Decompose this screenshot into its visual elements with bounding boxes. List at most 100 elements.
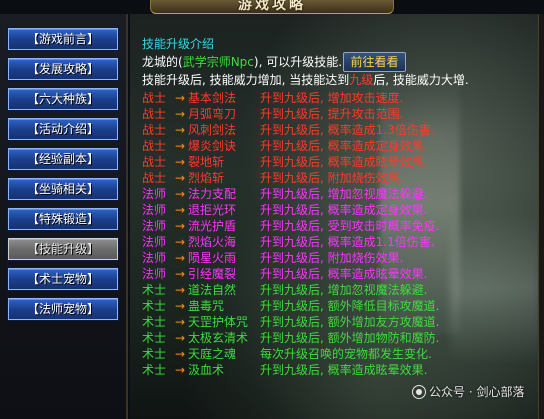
arrow-icon: → [174,235,186,249]
skill-row: 战士 → 风刺剑法 升到九级后, 概率造成1.3倍伤害. [142,122,435,138]
nav-button[interactable]: 【活动介绍】 [7,117,119,141]
skill-description: 升到九级后, 额外降低目标攻魔道. [260,299,440,313]
skill-row: 术士 → 汲血术 升到九级后, 概率造成眩晕效果. [142,362,427,378]
nav-button[interactable]: 【特殊锻造】 [7,207,119,231]
skill-description: 升到九级后, 概率造成定身效果. [260,139,428,153]
intro-line-2: 技能升级后, 技能威力增加, 当技能达到九级后, 技能威力大增. [142,72,469,88]
skill-description: 升到九级后, 概率造成眩晕效果. [260,363,428,377]
skill-class: 战士 [142,123,167,137]
skill-class: 术士 [142,315,167,329]
skill-class: 术士 [142,363,167,377]
arrow-icon: → [174,171,186,185]
skill-class: 战士 [142,155,167,169]
skill-row: 法师 → 陨星火雨 升到九级后, 附加烧伤效果. [142,250,403,266]
skill-class: 术士 [142,347,167,361]
skill-class: 战士 [142,171,167,185]
arrow-icon: → [174,187,186,201]
skill-row: 术士 → 天罡护体咒 升到九级后, 额外增加友方攻魔道. [142,314,439,330]
arrow-icon: → [174,299,186,313]
nav-button[interactable]: 【技能升级】 [7,237,119,261]
nav-button[interactable]: 【六大种族】 [7,87,119,111]
skill-name: 道法自然 [188,283,237,297]
skill-row: 战士 → 裂地斩 升到九级后, 概率造成眩晕效果. [142,154,427,170]
skill-class: 法师 [142,267,167,281]
background-mist [450,214,538,364]
skill-row: 战士 → 爆炎剑诀 升到九级后, 概率造成定身效果. [142,138,427,154]
skill-description: 升到九级后, 概率造成眩晕效果. [260,155,428,169]
skill-class: 术士 [142,299,167,313]
skill-name: 蛊毒咒 [188,299,225,313]
nav-button[interactable]: 【术士宠物】 [7,267,119,291]
watermark: 公众号 · 剑心部落 [412,383,524,400]
goto-button[interactable]: 前往看看 [343,52,406,72]
arrow-icon: → [174,267,186,281]
intro2-prefix: 技能升级后, 技能威力增加, 当技能达到 [142,73,350,87]
skill-name: 月弧弯刀 [188,107,237,121]
skill-name: 烈焰火海 [188,235,237,249]
skill-class: 战士 [142,91,167,105]
arrow-icon: → [174,331,186,345]
skill-description: 升到九级后, 提升攻击范围. [260,107,404,121]
skill-row: 法师 → 退拒光环 升到九级后, 概率造成定身效果. [142,202,427,218]
skill-description: 每次升级召唤的宠物都发生变化. [260,347,432,361]
skill-row: 战士 → 月弧弯刀 升到九级后, 提升攻击范围. [142,106,403,122]
nav-button[interactable]: 【经验副本】 [7,147,119,171]
skill-class: 法师 [142,235,167,249]
skill-name: 基本剑法 [188,91,237,105]
arrow-icon: → [174,219,186,233]
skill-class: 法师 [142,219,167,233]
nav-button[interactable]: 【游戏前言】 [7,27,119,51]
window-title: 游戏攻略 [238,0,306,13]
skill-description: 升到九级后, 受到攻击时概率免疫. [260,219,440,233]
skill-class: 战士 [142,107,167,121]
skill-description: 升到九级后, 额外增加友方攻魔道. [260,315,440,329]
skill-row: 法师 → 烈焰火海 升到九级后, 概率造成1.1倍伤害. [142,234,435,250]
skill-row: 法师 → 法力支配 升到九级后, 增加忽视魔法躲避. [142,186,427,202]
nav-button[interactable]: 【法师宠物】 [7,297,119,321]
arrow-icon: → [174,155,186,169]
arrow-icon: → [174,283,186,297]
skill-name: 天庭之魂 [188,347,237,361]
skill-row: 术士 → 道法自然 升到九级后, 增加忽视魔法躲避. [142,282,427,298]
npc-link: 武学宗师Npc [182,55,254,69]
arrow-icon: → [174,315,186,329]
skill-name: 风刺剑法 [188,123,237,137]
skill-name: 汲血术 [188,363,225,377]
skill-name: 退拒光环 [188,203,237,217]
window-title-bar: 游戏攻略 [150,0,394,14]
skill-row: 术士 → 太极玄清术 升到九级后, 额外增加物防和魔防. [142,330,439,346]
skill-description: 升到九级后, 概率造成1.3倍伤害. [260,123,435,137]
skill-row: 战士 → 基本剑法 升到九级后, 增加攻击速度. [142,90,403,106]
nav-button[interactable]: 【发展攻略】 [7,57,119,81]
right-frame-border [538,14,544,419]
section-title: 技能升级介绍 [142,37,215,51]
skill-description: 升到九级后, 增加忽视魔法躲避. [260,283,428,297]
skill-description: 升到九级后, 概率造成定身效果. [260,203,428,217]
skill-class: 法师 [142,203,167,217]
skill-name: 太极玄清术 [188,331,249,345]
skill-description: 升到九级后, 增加忽视魔法躲避. [260,187,428,201]
skill-row: 战士 → 烈焰斩 升到九级后, 附加烧伤效果. [142,170,403,186]
skill-name: 法力支配 [188,187,237,201]
intro-prefix: 龙城的( [142,55,183,69]
skill-description: 升到九级后, 增加攻击速度. [260,91,404,105]
skill-name: 引经魔裂 [188,267,237,281]
skill-description: 升到九级后, 附加烧伤效果. [260,171,404,185]
nav-button[interactable]: 【坐骑相关】 [7,177,119,201]
skill-row: 术士 → 蛊毒咒 升到九级后, 额外降低目标攻魔道. [142,298,439,314]
wechat-icon [412,385,426,399]
arrow-icon: → [174,363,186,377]
arrow-icon: → [174,91,186,105]
intro2-highlight: 九级 [349,73,374,87]
skill-name: 流光护盾 [188,219,237,233]
arrow-icon: → [174,107,186,121]
skill-row: 术士 → 天庭之魂 每次升级召唤的宠物都发生变化. [142,346,432,362]
intro2-suffix: 后, 技能威力大增. [373,73,469,87]
arrow-icon: → [174,251,186,265]
arrow-icon: → [174,123,186,137]
skill-description: 升到九级后, 概率造成1.1倍伤害. [260,235,435,249]
skill-name: 烈焰斩 [188,171,225,185]
arrow-icon: → [174,347,186,361]
skill-class: 术士 [142,283,167,297]
intro-line-1: 龙城的(武学宗师Npc), 可以升级技能. [142,54,342,70]
